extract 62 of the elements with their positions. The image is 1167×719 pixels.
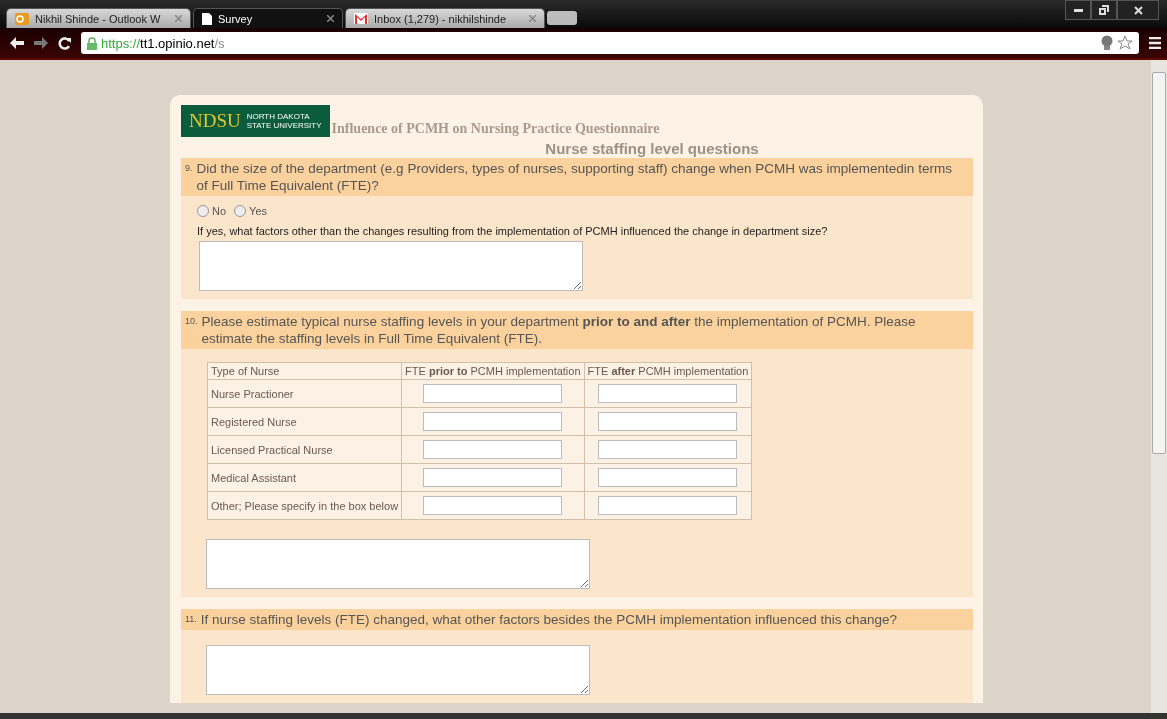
browser-tab[interactable]: Inbox (1,279) - nikhilshinde — [345, 8, 545, 28]
question-text: Did the size of the department (e.g Providers, types of nurses, supporting staff) change when PCMH was implementedin terms of Full Time Equivalent (FTE)? — [196, 160, 953, 194]
outlook-icon — [15, 12, 29, 25]
lightbulb-icon[interactable] — [1101, 35, 1113, 51]
input-field[interactable] — [423, 496, 563, 515]
input-field[interactable] — [598, 440, 738, 459]
input-field[interactable] — [423, 412, 563, 431]
answer-box[interactable] — [206, 645, 590, 695]
address-bar[interactable]: https://tt1.opinio.net/s — [81, 32, 1139, 54]
star-icon[interactable] — [1117, 35, 1133, 51]
lock-icon — [87, 36, 97, 50]
table-cell: Registered Nurse — [207, 407, 402, 436]
table-cell: Nurse Practioner — [207, 379, 402, 408]
browser-tab[interactable]: Nikhil Shinde - Outlook W — [6, 8, 191, 28]
new-tab-button[interactable] — [547, 11, 577, 25]
reload-icon — [58, 36, 71, 50]
page-icon — [202, 12, 212, 25]
option-label: No — [212, 205, 227, 217]
column-header: Type of Nurse — [207, 362, 402, 380]
close-icon[interactable] — [327, 15, 334, 22]
column-header: FTE prior to PCMH implementation — [401, 362, 585, 380]
forward-arrow-icon — [34, 37, 48, 49]
question-number: 11. — [185, 613, 197, 626]
input-field[interactable] — [598, 496, 738, 515]
question-number: 10. — [185, 315, 198, 328]
section-heading: Nurse staffing level questions — [544, 140, 760, 157]
close-button[interactable] — [1117, 0, 1159, 20]
survey-title: Influence of PCMH on Nursing Practice Questionnaire — [331, 121, 660, 137]
scrollbar[interactable] — [1151, 60, 1167, 713]
browser-tab[interactable]: Survey — [193, 8, 343, 28]
input-field[interactable] — [598, 468, 738, 487]
radio-button[interactable] — [234, 205, 247, 217]
question-number: 9. — [185, 162, 193, 175]
question-text: If nurse staffing levels (FTE) changed, what other factors besides the PCMH implementation influenced this change? — [200, 611, 897, 628]
restore-icon — [1099, 5, 1109, 15]
answer-box[interactable] — [206, 539, 590, 589]
forward-button[interactable] — [34, 37, 48, 49]
radio-button[interactable] — [197, 205, 209, 217]
table-cell: Licensed Practical Nurse — [207, 435, 402, 464]
input-field[interactable] — [423, 468, 563, 487]
option-label: Yes — [249, 205, 267, 217]
minimize-icon — [1073, 8, 1083, 12]
close-icon — [1133, 5, 1143, 15]
restore-button[interactable] — [1091, 0, 1117, 20]
back-button[interactable] — [10, 37, 24, 49]
input-field[interactable] — [423, 440, 563, 459]
mail-icon — [354, 13, 368, 24]
menu-button[interactable] — [1149, 37, 1161, 49]
question-text: Please estimate typical nurse staffing levels in your department prior to and after the implementation of PCMH. Please estimate the staffing levels in Full Time Equivalent (FTE). — [201, 313, 917, 347]
input-field[interactable] — [598, 412, 738, 431]
url-text: https://tt1.opinio.net/s — [101, 35, 225, 51]
table-cell: Medical Assistant — [207, 463, 402, 492]
input-field[interactable] — [423, 384, 563, 403]
column-header: FTE after PCMH implementation — [584, 362, 752, 380]
back-arrow-icon — [10, 37, 24, 49]
menu-icon — [1149, 37, 1161, 49]
minimize-button[interactable] — [1065, 0, 1091, 20]
followup-text: If yes, what factors other than the changes resulting from the implementation of PCMH influenced the change in department size? — [196, 224, 829, 239]
input-field[interactable] — [598, 384, 738, 403]
table-cell: Other; Please specify in the box below — [207, 491, 402, 520]
reload-button[interactable] — [58, 36, 71, 50]
answer-box[interactable] — [199, 241, 583, 291]
